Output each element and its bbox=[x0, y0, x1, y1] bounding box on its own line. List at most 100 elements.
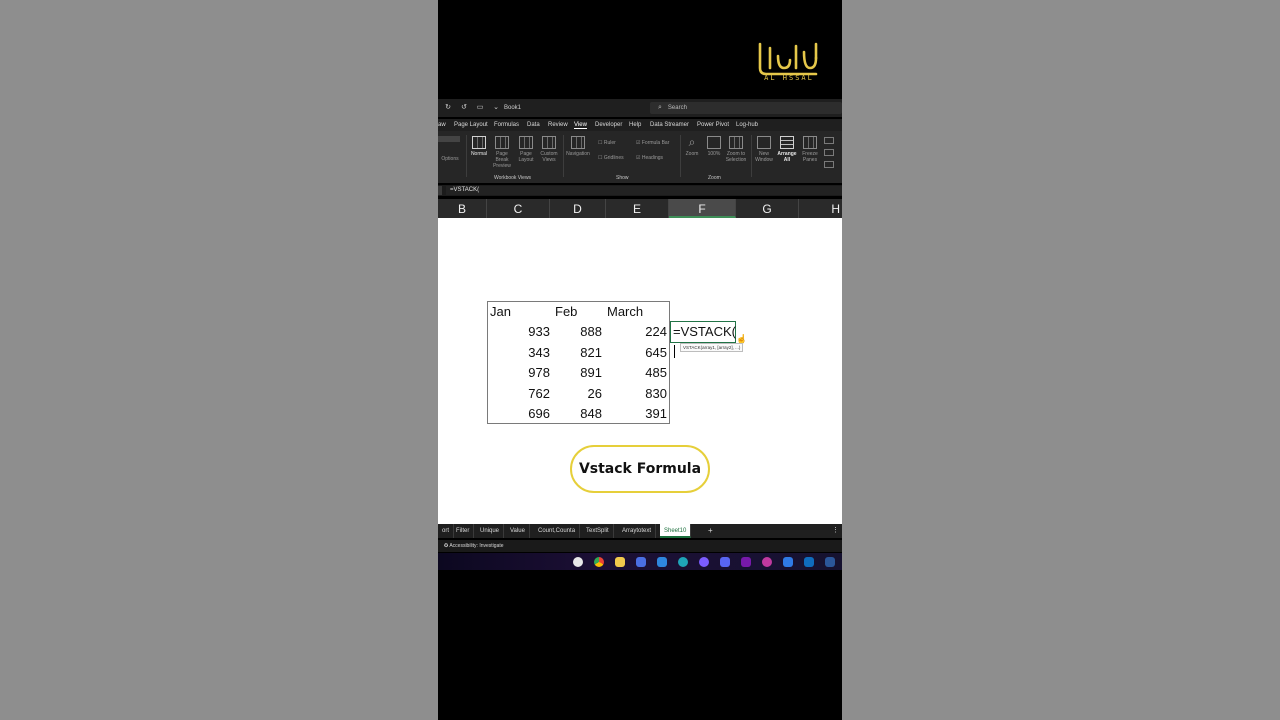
tab-log-hub[interactable]: Log-hub bbox=[736, 122, 758, 128]
header-feb[interactable]: Feb bbox=[555, 302, 577, 322]
formula-input[interactable]: =VSTACK( bbox=[446, 186, 842, 195]
sheet-tab-arraytotext[interactable]: Arraytotext bbox=[618, 524, 657, 538]
tab-power-pivot[interactable]: Power Pivot bbox=[697, 122, 729, 128]
page-break-preview-button[interactable]: Page Break Preview bbox=[489, 136, 515, 169]
table-cell[interactable]: 645 bbox=[624, 343, 667, 363]
start-icon[interactable] bbox=[573, 557, 583, 567]
gridlines-checkbox[interactable]: ☐ Gridlines bbox=[598, 155, 624, 161]
zoom-to-selection-label: Zoom to Selection bbox=[725, 151, 747, 163]
table-cell[interactable]: 933 bbox=[508, 322, 550, 342]
outlook-icon[interactable] bbox=[804, 557, 814, 567]
zoom-button[interactable]: ⌕ Zoom bbox=[683, 136, 701, 158]
table-cell[interactable]: 891 bbox=[560, 363, 602, 383]
tab-draw[interactable]: aw bbox=[438, 122, 446, 128]
split-icon[interactable] bbox=[824, 137, 834, 144]
media-player-icon[interactable] bbox=[636, 557, 646, 567]
arrange-all-button[interactable]: Arrange All bbox=[776, 136, 798, 163]
accessibility-status[interactable]: Accessibility: Investigate bbox=[449, 543, 503, 549]
new-window-button[interactable]: New Window bbox=[754, 136, 774, 163]
header-march[interactable]: March bbox=[607, 302, 643, 322]
messenger-icon[interactable] bbox=[699, 557, 709, 567]
custom-views-icon bbox=[542, 136, 556, 149]
column-headers: B C D E F G H bbox=[438, 199, 842, 218]
table-cell[interactable]: 391 bbox=[624, 404, 667, 424]
table-cell[interactable]: 485 bbox=[624, 363, 667, 383]
column-header-f[interactable]: F bbox=[669, 199, 736, 218]
sheet-tab-value[interactable]: Value bbox=[506, 524, 530, 538]
header-jan[interactable]: Jan bbox=[490, 302, 511, 322]
todo-icon[interactable] bbox=[783, 557, 793, 567]
sheet-tab-unique[interactable]: Unique bbox=[476, 524, 505, 538]
formula-bar-checkbox[interactable]: ☑ Formula Bar bbox=[636, 140, 669, 146]
gridlines-label: Gridlines bbox=[603, 155, 624, 161]
customize-icon[interactable]: ⌄ bbox=[492, 104, 500, 112]
unhide-icon[interactable] bbox=[824, 161, 834, 168]
column-header-h[interactable]: H bbox=[799, 199, 842, 218]
freeze-panes-button[interactable]: Freeze Panes bbox=[799, 136, 821, 163]
more-options-icon[interactable]: ⋮ bbox=[832, 524, 839, 538]
navigation-button[interactable]: Navigation bbox=[565, 136, 591, 157]
column-header-c[interactable]: C bbox=[487, 199, 550, 218]
table-cell[interactable]: 888 bbox=[560, 322, 602, 342]
table-cell[interactable]: 848 bbox=[560, 404, 602, 424]
table-cell[interactable]: 762 bbox=[508, 384, 550, 404]
table-cell[interactable]: 343 bbox=[508, 343, 550, 363]
sheet-view-dropdown[interactable] bbox=[438, 136, 460, 142]
ruler-checkbox[interactable]: ☐ Ruler bbox=[598, 140, 616, 146]
table-cell[interactable]: 978 bbox=[508, 363, 550, 383]
ruler-label: Ruler bbox=[603, 140, 616, 146]
table-cell[interactable]: 224 bbox=[624, 322, 667, 342]
headings-checkbox[interactable]: ☑ Headings bbox=[636, 155, 663, 161]
table-cell[interactable]: 26 bbox=[560, 384, 602, 404]
name-box[interactable] bbox=[438, 186, 442, 195]
touch-mode-icon[interactable]: ▭ bbox=[476, 104, 484, 112]
undo-icon[interactable]: ↺ bbox=[460, 104, 468, 112]
tab-developer[interactable]: Developer bbox=[595, 122, 622, 128]
discord-icon[interactable] bbox=[720, 557, 730, 567]
page-break-preview-icon bbox=[495, 136, 509, 149]
tab-help[interactable]: Help bbox=[629, 122, 641, 128]
options-button[interactable]: Options bbox=[438, 136, 462, 162]
function-tooltip[interactable]: VSTACK(array1, [array2], ...) bbox=[680, 343, 744, 352]
sheet-tab-filter[interactable]: Filter bbox=[452, 524, 475, 538]
column-header-e[interactable]: E bbox=[606, 199, 669, 218]
sheet-tab-textsplit[interactable]: TextSplit bbox=[582, 524, 614, 538]
tab-data[interactable]: Data bbox=[527, 122, 540, 128]
opera-icon[interactable] bbox=[762, 557, 772, 567]
zoom-to-selection-button[interactable]: Zoom to Selection bbox=[725, 136, 747, 163]
tab-review[interactable]: Review bbox=[548, 122, 568, 128]
table-cell[interactable]: 830 bbox=[624, 384, 667, 404]
normal-view-button[interactable]: Normal bbox=[470, 136, 488, 157]
custom-views-button[interactable]: Custom Views bbox=[537, 136, 561, 163]
column-header-b[interactable]: B bbox=[438, 199, 487, 218]
mail-icon[interactable] bbox=[657, 557, 667, 567]
add-sheet-button[interactable]: + bbox=[708, 524, 713, 538]
tab-page-layout[interactable]: Page Layout bbox=[454, 122, 488, 128]
table-cell[interactable]: 821 bbox=[560, 343, 602, 363]
column-header-g[interactable]: G bbox=[736, 199, 799, 218]
search-icon: ⌕ bbox=[658, 104, 662, 111]
worksheet-grid[interactable]: Jan Feb March 933 888 224 343 821 645 97… bbox=[438, 218, 842, 524]
column-header-d[interactable]: D bbox=[550, 199, 606, 218]
chrome-icon[interactable] bbox=[594, 557, 604, 567]
page-layout-view-button[interactable]: Page Layout bbox=[516, 136, 536, 163]
zoom-100-button[interactable]: 100% bbox=[704, 136, 724, 157]
tab-formulas[interactable]: Formulas bbox=[494, 122, 519, 128]
active-cell-editor[interactable]: =VSTACK( bbox=[670, 321, 736, 359]
freeze-panes-icon bbox=[803, 136, 817, 149]
redo-icon[interactable]: ↻ bbox=[444, 104, 452, 112]
edge-icon[interactable] bbox=[678, 557, 688, 567]
sheet-tab-sheet10[interactable]: Sheet10 bbox=[660, 524, 692, 538]
table-cell[interactable]: 696 bbox=[508, 404, 550, 424]
onenote-icon[interactable] bbox=[741, 557, 751, 567]
hide-icon[interactable] bbox=[824, 149, 834, 156]
search-box[interactable]: ⌕ Search bbox=[650, 102, 842, 114]
tab-data-streamer[interactable]: Data Streamer bbox=[650, 122, 689, 128]
windows-taskbar bbox=[438, 553, 842, 570]
formula-bar-label: Formula Bar bbox=[641, 140, 670, 146]
tab-view[interactable]: View bbox=[574, 122, 587, 129]
file-explorer-icon[interactable] bbox=[615, 557, 625, 567]
sheet-tab-count-counta[interactable]: Count,Counta bbox=[534, 524, 581, 538]
normal-view-label: Normal bbox=[470, 151, 488, 157]
calendar-icon[interactable] bbox=[825, 557, 835, 567]
